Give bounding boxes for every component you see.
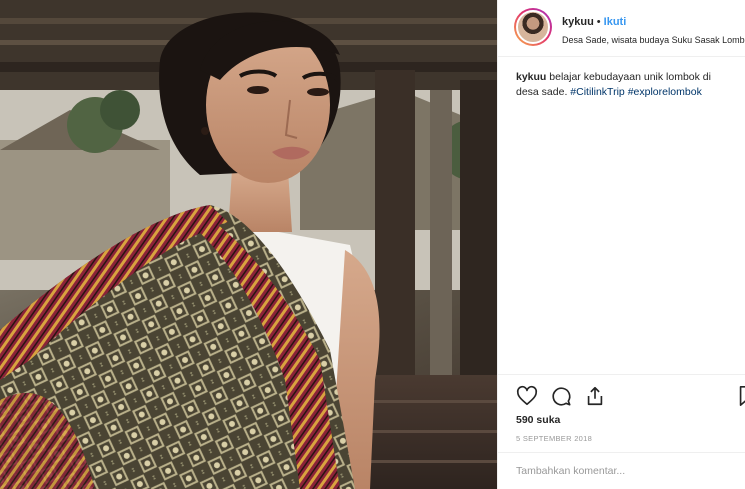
heart-icon[interactable] <box>516 385 538 407</box>
avatar-image <box>516 10 550 44</box>
username-link[interactable]: kykuu <box>562 16 594 28</box>
comment-form <box>498 452 745 489</box>
separator-dot: • <box>596 16 601 28</box>
location-link[interactable]: Desa Sade, wisata budaya Suku Sasak Lomb… <box>562 34 745 46</box>
post-actions <box>498 374 745 414</box>
post-header-text: kykuu • Ikuti Desa Sade, wisata budaya Suk… <box>562 8 745 46</box>
post-caption: kykuu belajar kebudayaan unik lombok di … <box>516 70 736 100</box>
post-header: kykuu • Ikuti Desa Sade, wisata budaya Suk… <box>498 0 745 57</box>
post-photo-scene <box>0 0 497 489</box>
share-icon[interactable] <box>584 385 606 407</box>
caption-username[interactable]: kykuu <box>516 71 546 83</box>
follow-button[interactable]: Ikuti <box>604 16 627 28</box>
comment-bubble-icon[interactable] <box>550 385 572 407</box>
comment-input[interactable] <box>516 463 736 479</box>
post-photo[interactable] <box>0 0 497 489</box>
post-header-line: kykuu • Ikuti <box>562 15 745 29</box>
hashtag-link[interactable]: #explorelombok <box>628 86 702 98</box>
post-sidebar: kykuu • Ikuti Desa Sade, wisata budaya Suk… <box>497 0 745 489</box>
post-date: 5 SEPTEMBER 2018 <box>516 434 593 443</box>
bookmark-icon[interactable] <box>736 385 745 407</box>
avatar[interactable] <box>514 8 552 46</box>
hashtag-link[interactable]: #CitilinkTrip <box>570 86 624 98</box>
like-count[interactable]: 590 suka <box>516 414 560 426</box>
